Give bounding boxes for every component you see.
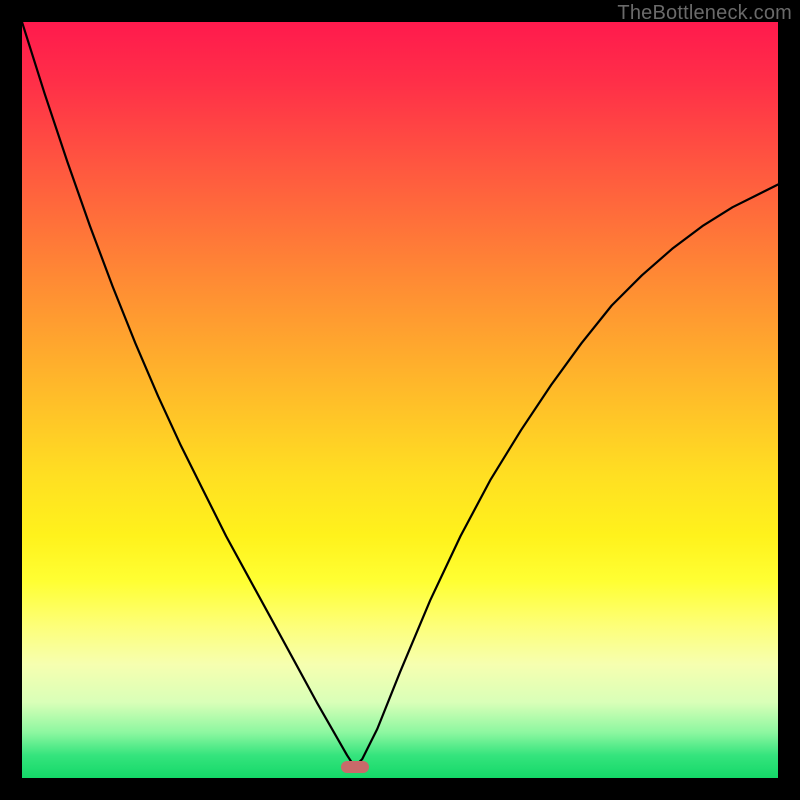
optimum-marker — [341, 761, 369, 773]
plot-area — [22, 22, 778, 778]
bottleneck-curve — [22, 22, 778, 778]
curve-path — [22, 22, 778, 767]
chart-frame: TheBottleneck.com — [0, 0, 800, 800]
